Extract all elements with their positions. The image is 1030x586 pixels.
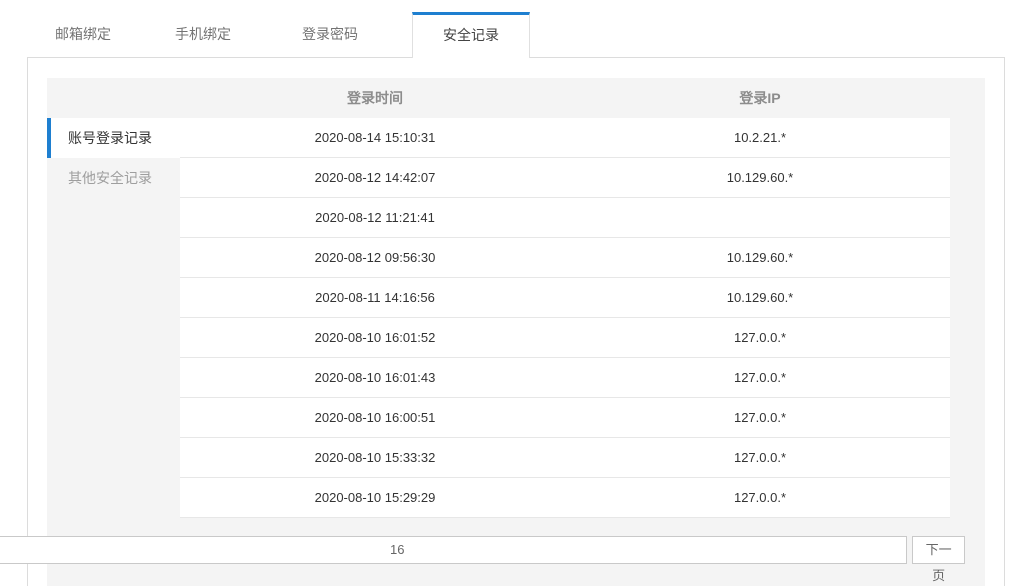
table-row: 2020-08-10 16:01:43127.0.0.* <box>180 358 950 398</box>
table-header-spacer <box>47 78 180 118</box>
login-time-cell: 2020-08-12 14:42:07 <box>180 158 570 197</box>
tab-security-records[interactable]: 安全记录 <box>412 12 530 58</box>
login-ip-cell: 10.129.60.* <box>570 238 950 277</box>
login-ip-cell: 127.0.0.* <box>570 398 950 437</box>
tab-email-binding[interactable]: 邮箱绑定 <box>24 12 142 57</box>
table-header: 登录时间 登录IP <box>47 78 985 118</box>
table-row: 2020-08-14 15:10:3110.2.21.* <box>180 118 950 158</box>
login-time-cell: 2020-08-10 16:01:52 <box>180 318 570 357</box>
table-row: 2020-08-10 16:01:52127.0.0.* <box>180 318 950 358</box>
login-ip-cell: 10.2.21.* <box>570 118 950 157</box>
pagination-next-button[interactable]: 下一页 <box>912 536 965 564</box>
login-ip-cell: 10.129.60.* <box>570 278 950 317</box>
sidebar-item-other-security-records[interactable]: 其他安全记录 <box>47 158 180 198</box>
login-ip-cell: 127.0.0.* <box>570 318 950 357</box>
login-time-cell: 2020-08-12 11:21:41 <box>180 198 570 237</box>
table-row: 2020-08-12 11:21:41 <box>180 198 950 238</box>
login-time-cell: 2020-08-10 15:33:32 <box>180 438 570 477</box>
login-time-cell: 2020-08-10 16:00:51 <box>180 398 570 437</box>
table-row: 2020-08-10 16:00:51127.0.0.* <box>180 398 950 438</box>
tab-login-password[interactable]: 登录密码 <box>271 12 389 57</box>
login-time-cell: 2020-08-11 14:16:56 <box>180 278 570 317</box>
login-ip-cell: 127.0.0.* <box>570 438 950 477</box>
login-time-cell: 2020-08-14 15:10:31 <box>180 118 570 157</box>
login-time-cell: 2020-08-12 09:56:30 <box>180 238 570 277</box>
login-time-cell: 2020-08-10 15:29:29 <box>180 478 570 517</box>
login-time-cell: 2020-08-10 16:01:43 <box>180 358 570 397</box>
table-row: 2020-08-10 15:33:32127.0.0.* <box>180 438 950 478</box>
table-row: 2020-08-11 14:16:5610.129.60.* <box>180 278 950 318</box>
security-settings-page: 邮箱绑定手机绑定登录密码安全记录 登录时间 登录IP 账号登录记录其他安全记录 … <box>0 0 1030 586</box>
tab-phone-binding[interactable]: 手机绑定 <box>144 12 262 57</box>
login-ip-cell: 127.0.0.* <box>570 478 950 517</box>
sidebar-item-account-login-records[interactable]: 账号登录记录 <box>47 118 180 158</box>
sidebar: 账号登录记录其他安全记录 <box>47 118 180 198</box>
table-row: 2020-08-10 15:29:29127.0.0.* <box>180 478 950 518</box>
table-row: 2020-08-12 14:42:0710.129.60.* <box>180 158 950 198</box>
login-ip-cell: 10.129.60.* <box>570 158 950 197</box>
table-body: 2020-08-14 15:10:3110.2.21.*2020-08-12 1… <box>180 118 950 518</box>
table-row: 2020-08-12 09:56:3010.129.60.* <box>180 238 950 278</box>
login-ip-cell: 127.0.0.* <box>570 358 950 397</box>
pagination: 上一页123...1516下一页 <box>0 536 965 564</box>
pagination-page-16[interactable]: 16 <box>0 536 907 564</box>
column-header-login-time: 登录时间 <box>180 78 570 118</box>
login-ip-cell <box>570 198 950 237</box>
column-header-login-ip: 登录IP <box>570 78 950 118</box>
